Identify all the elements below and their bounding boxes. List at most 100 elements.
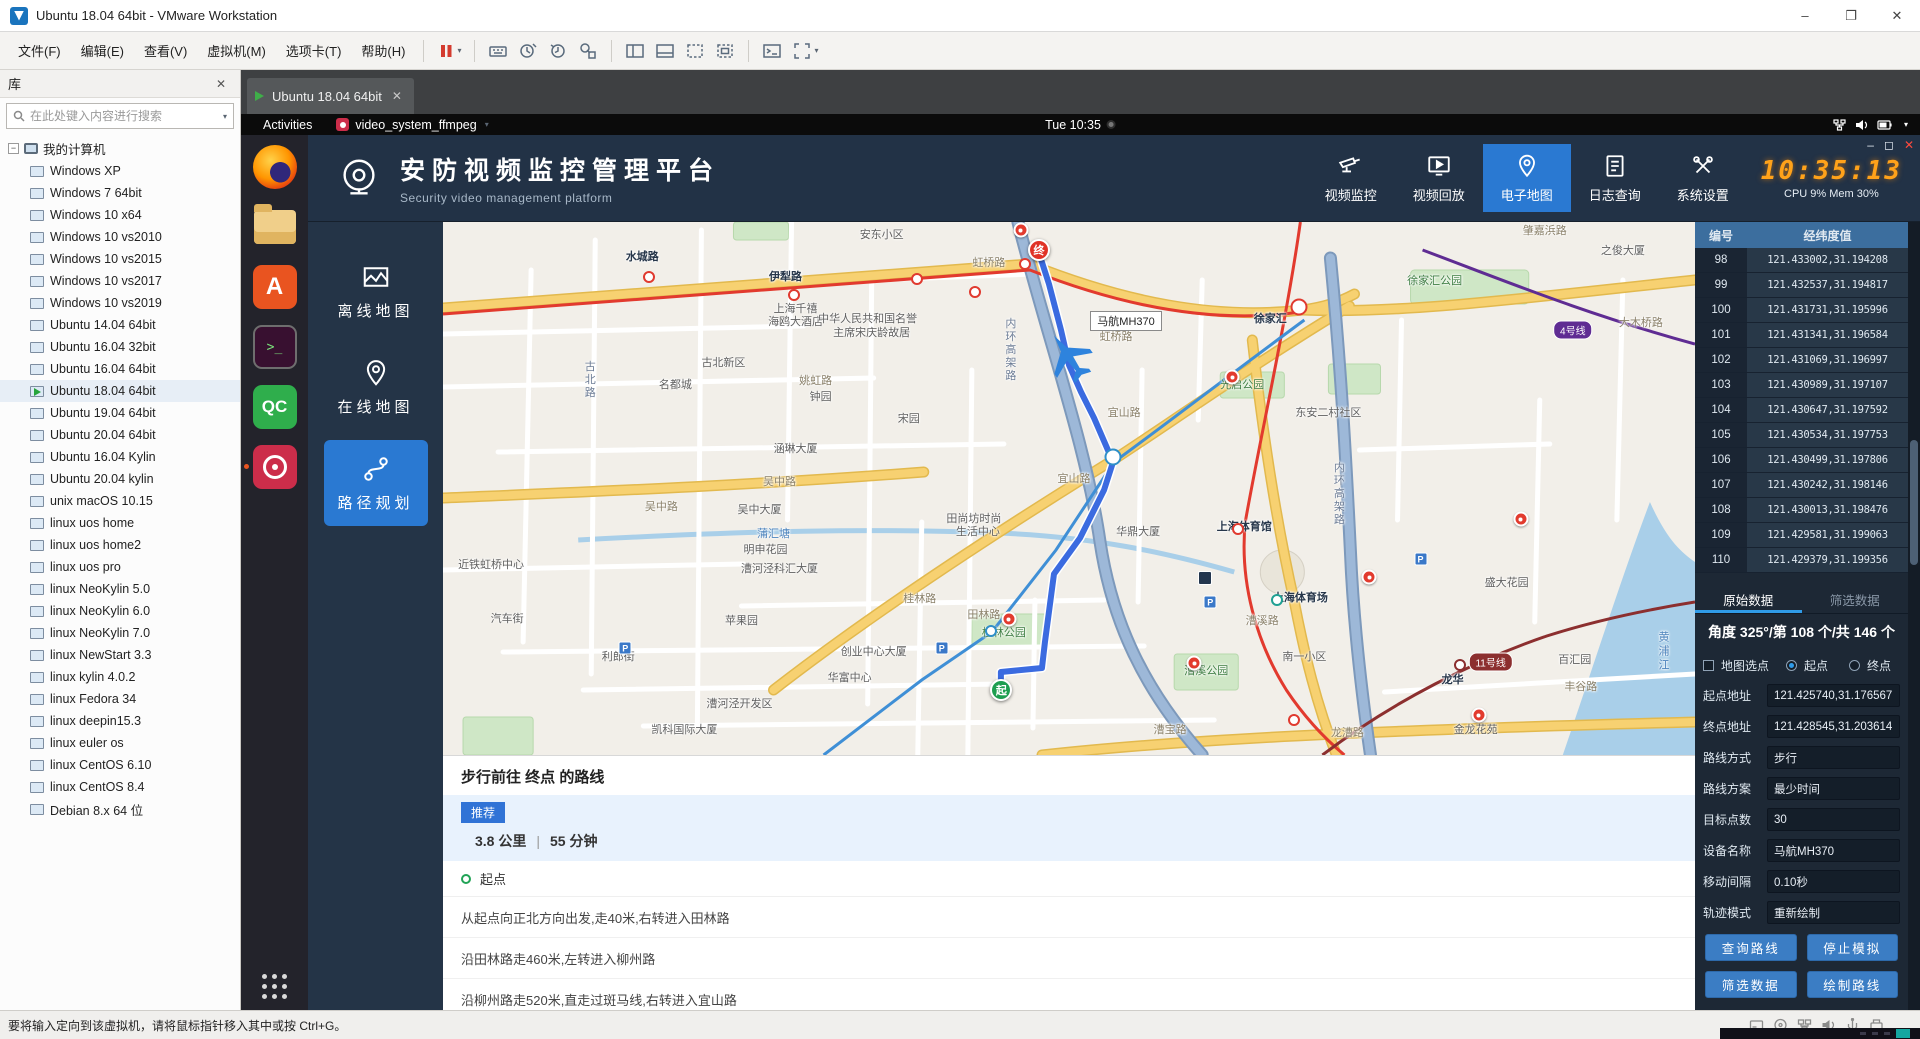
route-end-marker[interactable]: 终: [1027, 239, 1050, 262]
nav-video-monitor[interactable]: 视频监控: [1307, 144, 1395, 212]
topbar-clock[interactable]: Tue 10:35: [1045, 118, 1116, 132]
fullscreen-button[interactable]: ▾: [787, 37, 823, 65]
vm-list-item[interactable]: Windows 10 vs2019: [0, 292, 240, 314]
route-summary[interactable]: 推荐 3.8 公里 | 55 分钟: [443, 795, 1695, 861]
panel-button[interactable]: 停止模拟: [1806, 934, 1898, 961]
field-input[interactable]: 121.425740,31.176567: [1767, 684, 1900, 707]
snapshot-revert-button[interactable]: [543, 37, 573, 65]
virtual-console-button[interactable]: [757, 37, 787, 65]
table-row[interactable]: 100 121.431731,31.195996: [1695, 298, 1908, 323]
vm-list-item[interactable]: Ubuntu 16.04 Kylin: [0, 446, 240, 468]
start-radio[interactable]: [1786, 659, 1798, 671]
end-radio[interactable]: [1849, 659, 1861, 671]
vm-list-item[interactable]: Ubuntu 14.04 64bit: [0, 314, 240, 336]
dock-ubuntu-software-icon[interactable]: A: [251, 263, 299, 311]
field-input[interactable]: 121.428545,31.203614: [1767, 715, 1900, 738]
tab-raw-data[interactable]: 原始数据: [1695, 586, 1802, 613]
field-input[interactable]: 30: [1767, 808, 1900, 831]
panel-button[interactable]: 查询路线: [1705, 934, 1797, 961]
map-pick-checkbox[interactable]: [1703, 659, 1714, 671]
send-ctrl-alt-del-button[interactable]: [483, 37, 513, 65]
vm-list-item[interactable]: linux euler os: [0, 732, 240, 754]
vm-list-item[interactable]: linux kylin 4.0.2: [0, 666, 240, 688]
vm-list-item[interactable]: unix macOS 10.15: [0, 490, 240, 512]
app-maximize-button[interactable]: ◻: [1884, 138, 1894, 152]
vm-list-item[interactable]: linux uos pro: [0, 556, 240, 578]
field-input[interactable]: 重新绘制: [1767, 901, 1900, 924]
vm-list-item[interactable]: Ubuntu 16.04 64bit: [0, 358, 240, 380]
vm-list-item[interactable]: Ubuntu 20.04 kylin: [0, 468, 240, 490]
vm-list-item[interactable]: Windows 10 x64: [0, 204, 240, 226]
app-minimize-button[interactable]: –: [1867, 138, 1874, 152]
maximize-button[interactable]: ❐: [1828, 0, 1874, 31]
map-canvas[interactable]: 安东小区 水城路 伊犁路 虹桥路 之俊大厦 肇嘉浜路 徐家汇公园 大木桥路 徐家汇 上海千禧 海鸥大…: [443, 222, 1695, 755]
dock-qc-icon[interactable]: QC: [251, 383, 299, 431]
fit-guest-button[interactable]: [680, 37, 710, 65]
vm-list-item[interactable]: linux NeoKylin 5.0: [0, 578, 240, 600]
nav-log-query[interactable]: 日志查询: [1571, 144, 1659, 212]
menu-item[interactable]: 虚拟机(M): [197, 36, 276, 65]
tab-ubuntu-1804[interactable]: Ubuntu 18.04 64bit ✕: [247, 78, 414, 114]
route-start-marker[interactable]: 起: [990, 678, 1013, 701]
search-input[interactable]: [30, 109, 216, 123]
table-row[interactable]: 102 121.431069,31.196997: [1695, 348, 1908, 373]
panel-scrollbar[interactable]: [1908, 222, 1920, 1010]
table-row[interactable]: 109 121.429581,31.199063: [1695, 523, 1908, 548]
taskbar-app-icon[interactable]: [1896, 1029, 1910, 1038]
tree-root-my-computer[interactable]: − 我的计算机: [0, 136, 240, 160]
plane-marker[interactable]: [1039, 326, 1097, 389]
vm-list-item[interactable]: Windows XP: [0, 160, 240, 182]
nav-system-settings[interactable]: 系统设置: [1659, 144, 1747, 212]
scrollbar-thumb[interactable]: [1910, 440, 1918, 565]
vm-list-item[interactable]: linux CentOS 6.10: [0, 754, 240, 776]
table-row[interactable]: 110 121.429379,31.199356: [1695, 548, 1908, 573]
fit-window-button[interactable]: [710, 37, 740, 65]
vm-list-item[interactable]: linux NeoKylin 7.0: [0, 622, 240, 644]
app-close-button[interactable]: ✕: [1904, 138, 1914, 152]
app-indicator-menu[interactable]: video_system_ffmpeg ▾: [326, 118, 498, 132]
field-input[interactable]: 马航MH370: [1767, 839, 1900, 862]
vm-list-item[interactable]: linux NewStart 3.3: [0, 644, 240, 666]
table-row[interactable]: 98 121.433002,31.194208: [1695, 248, 1908, 273]
library-close-icon[interactable]: ✕: [210, 75, 232, 93]
snapshot-take-button[interactable]: [513, 37, 543, 65]
show-library-button[interactable]: [620, 37, 650, 65]
table-row[interactable]: 106 121.430499,31.197806: [1695, 448, 1908, 473]
sidebar-item-online-map[interactable]: 在线地图: [324, 344, 428, 430]
vm-list-item[interactable]: linux uos home2: [0, 534, 240, 556]
menu-item[interactable]: 查看(V): [134, 36, 197, 65]
vm-list-item[interactable]: linux uos home: [0, 512, 240, 534]
menu-item[interactable]: 帮助(H): [351, 36, 415, 65]
menu-item[interactable]: 选项卡(T): [276, 36, 352, 65]
menu-item[interactable]: 编辑(E): [71, 36, 134, 65]
field-input[interactable]: 步行: [1767, 746, 1900, 769]
close-button[interactable]: ✕: [1874, 0, 1920, 31]
show-thumbnails-button[interactable]: [650, 37, 680, 65]
nav-emap[interactable]: 电子地图: [1482, 144, 1571, 212]
vm-list-item[interactable]: Windows 10 vs2015: [0, 248, 240, 270]
table-row[interactable]: 99 121.432537,31.194817: [1695, 273, 1908, 298]
table-row[interactable]: 107 121.430242,31.198146: [1695, 473, 1908, 498]
minimize-button[interactable]: –: [1782, 0, 1828, 31]
table-row[interactable]: 103 121.430989,31.197107: [1695, 373, 1908, 398]
dock-firefox-icon[interactable]: [251, 143, 299, 191]
panel-button[interactable]: 筛选数据: [1705, 971, 1797, 998]
vm-list-item[interactable]: Windows 10 vs2010: [0, 226, 240, 248]
activities-button[interactable]: Activities: [241, 118, 326, 132]
vm-list-item[interactable]: Windows 7 64bit: [0, 182, 240, 204]
vm-list-item[interactable]: linux Fedora 34: [0, 688, 240, 710]
vm-list-item[interactable]: Debian 8.x 64 位: [0, 798, 240, 820]
vm-list-item[interactable]: Ubuntu 19.04 64bit: [0, 402, 240, 424]
vm-list-item[interactable]: Windows 10 vs2017: [0, 270, 240, 292]
vm-list-item[interactable]: Ubuntu 20.04 64bit: [0, 424, 240, 446]
menu-item[interactable]: 文件(F): [8, 36, 71, 65]
panel-button[interactable]: 绘制路线: [1806, 971, 1898, 998]
search-filter-caret-icon[interactable]: ▾: [223, 112, 227, 121]
vm-list-item[interactable]: linux CentOS 8.4: [0, 776, 240, 798]
vm-list-item[interactable]: Ubuntu 16.04 32bit: [0, 336, 240, 358]
show-applications-icon[interactable]: [261, 974, 288, 1000]
sidebar-item-offline-map[interactable]: 离线地图: [324, 248, 428, 334]
field-input[interactable]: 0.10秒: [1767, 870, 1900, 893]
vm-list-item[interactable]: linux deepin15.3: [0, 710, 240, 732]
system-tray[interactable]: ▾: [1833, 118, 1920, 131]
